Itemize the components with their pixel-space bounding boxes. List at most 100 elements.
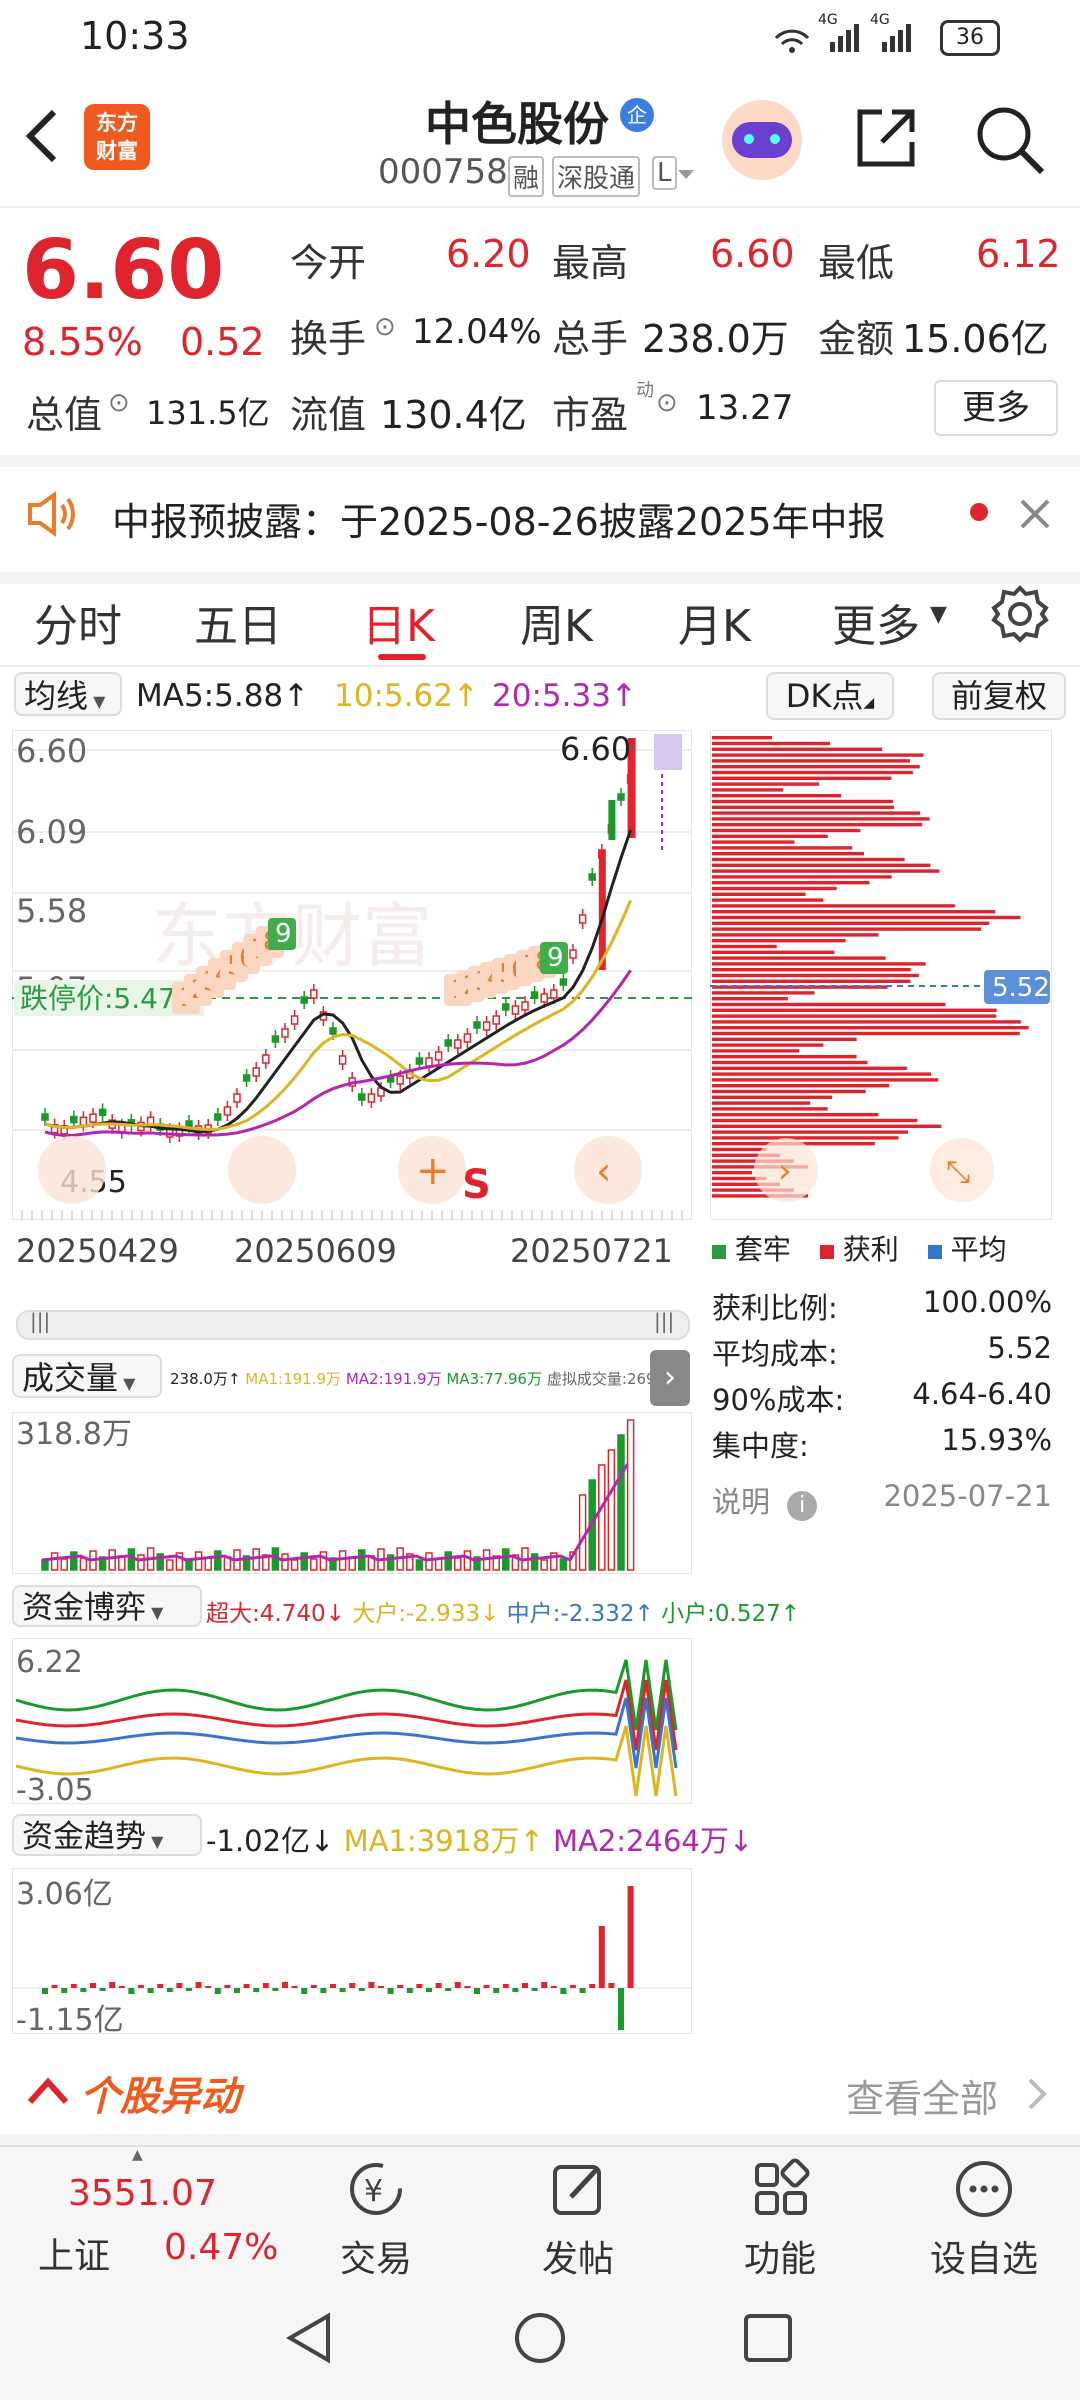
fund-game-select[interactable]: 资金博弈 ▼ <box>12 1585 202 1627</box>
chip-bar <box>712 910 996 914</box>
fund-trend-bar <box>99 1988 106 1991</box>
candle-body <box>454 1039 462 1049</box>
scroll-handle-left[interactable]: ||| <box>30 1309 50 1333</box>
info-icon[interactable]: ⊙ <box>374 312 396 342</box>
tab-intraday[interactable]: 分时 <box>34 590 122 654</box>
chip-bar <box>712 1118 918 1123</box>
status-bar: 10:33 4G 4G 36 <box>0 0 1080 70</box>
chip-bar <box>712 741 831 746</box>
nav-post[interactable]: 发帖 <box>508 2157 648 2282</box>
info-icon[interactable]: i <box>787 1491 818 1521</box>
fund-trend-ma2: MA2:2464万↓ <box>552 1824 754 1858</box>
top-marker <box>654 734 682 770</box>
fund-trend-chart[interactable]: 3.06亿 -1.15亿 <box>12 1868 692 2034</box>
chip-bar <box>712 1055 857 1059</box>
chevron-right-icon[interactable]: › <box>778 1151 792 1191</box>
chevron-right-icon[interactable]: › <box>650 1350 690 1406</box>
candle-body <box>185 1120 193 1128</box>
chip-note-row[interactable]: 说明 i 2025-07-21 <box>712 1469 1052 1539</box>
tab-more[interactable]: 更多 <box>832 590 920 654</box>
more-quote-button[interactable]: 更多 <box>934 380 1058 436</box>
robot-assistant-icon[interactable] <box>722 100 802 180</box>
chip-bar <box>712 1124 942 1128</box>
fund-trend-bar <box>570 1985 576 1988</box>
candle-body <box>434 1051 443 1061</box>
fund-game-chart[interactable]: 6.22 -3.05 <box>12 1638 692 1804</box>
chip-bar <box>712 753 924 757</box>
tab-five-day[interactable]: 五日 <box>194 590 282 654</box>
nav-add-watchlist[interactable]: 设自选 <box>914 2157 1054 2282</box>
fund-trend-select-label: 资金趋势 <box>22 1819 146 1855</box>
fund-trend-bar <box>310 1985 317 1988</box>
fund-trend-bar <box>320 1988 327 1993</box>
tag-connect: 深股通 <box>552 156 641 197</box>
plus-icon[interactable]: + <box>416 1148 450 1194</box>
scroll-handle-right[interactable]: ||| <box>654 1309 674 1333</box>
chip-bar <box>712 817 930 821</box>
volume-bar <box>319 1551 328 1571</box>
prev-circle-button[interactable] <box>38 1136 106 1204</box>
info-icon[interactable]: ⊙ <box>108 388 130 418</box>
app-logo[interactable]: 东方 财富 <box>84 104 150 170</box>
kline-chart[interactable]: 东方财富 6.606.095.585.07 跌停价:5.47 123456789… <box>12 730 692 1220</box>
volume-bar <box>540 1559 548 1571</box>
logo-line1: 东方 <box>96 111 138 135</box>
fund-trend-bar <box>138 1985 144 1988</box>
fund-trend-bar <box>493 1988 500 1993</box>
close-icon[interactable] <box>1018 497 1052 531</box>
back-triangle-icon[interactable] <box>282 2310 336 2366</box>
expand-icon[interactable]: ⤡ <box>946 1155 970 1190</box>
fund-trend-select[interactable]: 资金趋势 ▼ <box>12 1814 202 1856</box>
fund-trend-bar <box>301 1988 308 1994</box>
speaker-icon <box>28 491 75 537</box>
nav-functions[interactable]: 功能 <box>710 2157 850 2282</box>
volume-select[interactable]: 成交量 ▼ <box>12 1354 162 1398</box>
info-icon[interactable]: ⊙ <box>656 388 678 418</box>
index-ticker[interactable]: ▲ 3551.07 上证 0.47% <box>0 2147 278 2282</box>
ma-select[interactable]: 均线 ▼ <box>14 672 126 718</box>
recents-square-icon[interactable] <box>742 2312 796 2366</box>
chip-bar <box>712 869 940 873</box>
view-all-link[interactable]: 查看全部 <box>846 2068 998 2123</box>
share-icon[interactable] <box>852 102 922 172</box>
volume-chart[interactable]: 318.8万 <box>12 1412 692 1574</box>
search-icon[interactable] <box>972 102 1048 178</box>
chip-bar <box>712 770 913 775</box>
back-icon[interactable] <box>22 106 62 166</box>
dk-point-button[interactable]: DK点◢ <box>766 672 894 720</box>
chip-bar <box>712 915 1021 920</box>
chip-bar <box>712 933 879 937</box>
chip-bar <box>712 892 806 896</box>
stock-movement-section[interactable]: 个股异动 查看全部 <box>0 2048 1080 2134</box>
amount-label: 金额 <box>818 317 895 361</box>
chevron-right-icon[interactable] <box>1026 2076 1050 2112</box>
index-name: 上证 <box>38 2236 111 2277</box>
nav-trade[interactable]: ¥ 交易 <box>306 2157 446 2282</box>
fund-trend-bar <box>608 1983 615 1988</box>
tab-daily-k[interactable]: 日K <box>362 590 435 654</box>
volume-label: 总手 <box>552 317 629 361</box>
ma-select-label: 均线 <box>24 677 89 715</box>
chip-bar <box>712 857 905 862</box>
home-circle-icon[interactable] <box>512 2310 568 2366</box>
chevron-down-icon[interactable] <box>676 168 696 182</box>
stat-label: 集中度: <box>712 1429 809 1463</box>
fund-trend-bar <box>330 1984 336 1988</box>
chevron-left-icon[interactable]: ‹ <box>596 1149 611 1193</box>
company-badge: 企 <box>620 98 654 132</box>
gear-icon[interactable] <box>990 584 1050 644</box>
caret-down-icon: ▼ <box>930 602 947 627</box>
fund-trend-bar <box>70 1984 77 1988</box>
prev2-circle-button[interactable] <box>228 1136 296 1204</box>
fund-trend-bar <box>51 1985 58 1988</box>
stock-code: 000758 <box>378 152 508 192</box>
chip-bar <box>712 944 777 949</box>
chip-bar <box>712 904 955 908</box>
fund-trend-bar <box>502 1984 509 1988</box>
chart-scrollbar[interactable]: ||| ||| <box>16 1309 690 1340</box>
chip-bar <box>712 973 919 978</box>
tab-monthly-k[interactable]: 月K <box>678 590 751 654</box>
adjust-button[interactable]: 前复权 <box>932 672 1066 720</box>
tab-weekly-k[interactable]: 周K <box>520 590 593 654</box>
chip-bar <box>712 1171 752 1175</box>
